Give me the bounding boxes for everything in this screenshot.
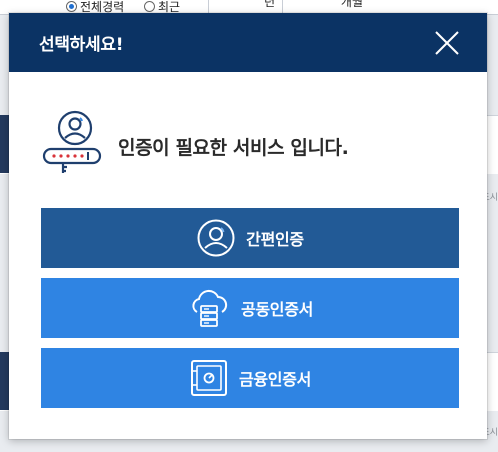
user-circle-icon bbox=[197, 219, 235, 257]
modal-header: 선택하세요! bbox=[9, 13, 487, 72]
close-button[interactable] bbox=[433, 29, 461, 57]
joint-certificate-button[interactable]: 공동인증서 bbox=[41, 278, 459, 338]
safe-icon bbox=[190, 360, 227, 396]
user-auth-key-icon bbox=[42, 110, 102, 173]
simple-auth-button[interactable]: 간편인증 bbox=[41, 208, 459, 268]
auth-select-modal: 선택하세요! 인증이 필요한 서비스 입니다. 간편인증 공동인증서 금융인증서 bbox=[9, 13, 487, 439]
simple-auth-label: 간편인증 bbox=[246, 230, 304, 249]
financial-certificate-button[interactable]: 금융인증서 bbox=[41, 348, 459, 408]
cloud-server-icon bbox=[192, 289, 228, 327]
month-field[interactable]: 개월 bbox=[282, 0, 369, 14]
modal-title: 선택하세요! bbox=[39, 35, 124, 55]
year-field[interactable]: 년 bbox=[208, 0, 281, 14]
auth-intro: 인증이 필요한 서비스 입니다. bbox=[41, 109, 461, 179]
radio-dot-selected[interactable] bbox=[66, 1, 77, 12]
month-unit: 개월 bbox=[340, 0, 363, 9]
radio-dot[interactable] bbox=[144, 1, 155, 12]
year-unit: 년 bbox=[263, 0, 275, 9]
close-icon[interactable] bbox=[433, 29, 461, 57]
auth-required-message: 인증이 필요한 서비스 입니다. bbox=[118, 137, 349, 159]
financial-certificate-label: 금융인증서 bbox=[238, 370, 312, 389]
joint-certificate-label: 공동인증서 bbox=[240, 300, 314, 319]
